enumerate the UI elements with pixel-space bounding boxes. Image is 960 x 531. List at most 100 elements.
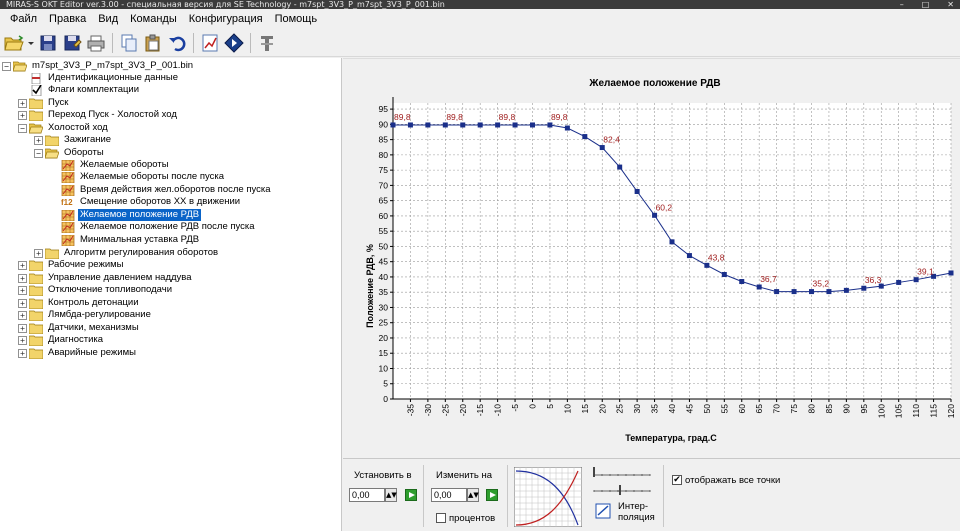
- table-icon: [61, 209, 75, 221]
- expand-icon[interactable]: +: [18, 310, 27, 320]
- tree-item-perehod[interactable]: + Переход Пуск - Холостой ход: [18, 109, 179, 121]
- tree-item-avar[interactable]: + Аварийные режимы: [18, 347, 138, 359]
- chart-icon[interactable]: [199, 32, 221, 54]
- show-points-checkbox[interactable]: ✔: [672, 475, 682, 485]
- title-bar: MIRAS-S OKT Editor ver.3.00 - специальна…: [0, 0, 960, 9]
- tree-item-o7[interactable]: Минимальная уставка РДВ: [50, 234, 201, 246]
- tree-item-ident[interactable]: Идентификационные данные: [18, 72, 180, 84]
- y-tick-label: 65: [379, 196, 389, 206]
- apply-set-button[interactable]: [405, 489, 417, 501]
- data-point: [442, 122, 448, 128]
- tree-item-diag[interactable]: + Диагностика: [18, 334, 105, 346]
- x-tick-label: 100: [876, 404, 886, 418]
- x-tick-label: 55: [719, 404, 729, 414]
- close-button[interactable]: ✕: [947, 0, 954, 9]
- interpolation-icon[interactable]: [595, 503, 611, 519]
- tree-item-o4[interactable]: f12 Смещение оборотов ХХ в движении: [50, 196, 242, 208]
- panel-divider: [507, 465, 508, 527]
- expand-icon[interactable]: +: [18, 298, 27, 308]
- save-icon[interactable]: [37, 32, 59, 54]
- menu-commands[interactable]: Команды: [124, 13, 183, 25]
- x-tick-label: 20: [597, 404, 607, 414]
- tree-item-rab[interactable]: + Рабочие режимы: [18, 259, 125, 271]
- expand-icon[interactable]: +: [18, 273, 27, 283]
- tree-item-obor[interactable]: − Обороты: [34, 147, 106, 159]
- expand-icon[interactable]: +: [18, 285, 27, 295]
- set-value-spinner[interactable]: ▲▼: [385, 488, 397, 502]
- y-tick-label: 90: [379, 119, 389, 129]
- tree-item-zazh[interactable]: + Зажигание: [34, 134, 113, 146]
- percent-checkbox[interactable]: [436, 513, 446, 523]
- x-tick-label: 10: [562, 404, 572, 414]
- collapse-icon[interactable]: −: [2, 61, 11, 71]
- parameter-tree: − m7spt_3V3_P_m7spt_3V3_P_001.bin Иденти…: [0, 58, 342, 531]
- chart-title: Желаемое положение РДВ: [588, 78, 720, 89]
- interpolation-label-line2: поляция: [618, 512, 655, 523]
- diamond-nav-icon[interactable]: [223, 32, 245, 54]
- dropdown-arrow-icon[interactable]: [27, 32, 35, 54]
- tree-item-upr[interactable]: + Управление давлением наддува: [18, 272, 194, 284]
- tree-label: Зажигание: [64, 134, 112, 145]
- expand-icon[interactable]: +: [18, 323, 27, 333]
- collapse-icon[interactable]: −: [34, 148, 43, 158]
- data-point: [599, 145, 605, 151]
- expand-icon[interactable]: +: [18, 335, 27, 345]
- menu-configuration[interactable]: Конфигурация: [183, 13, 269, 25]
- data-label: 39,1: [917, 267, 934, 277]
- tree-item-otkl[interactable]: + Отключение топливоподачи: [18, 284, 174, 296]
- print-icon[interactable]: [85, 32, 107, 54]
- maximize-button[interactable]: □: [922, 0, 930, 9]
- undo-icon[interactable]: [166, 32, 188, 54]
- table-icon: [61, 184, 75, 196]
- tree-item-o5[interactable]: Желаемое положение РДВ: [50, 209, 202, 221]
- tree-item-kontr[interactable]: + Контроль детонации: [18, 297, 141, 309]
- expand-icon[interactable]: +: [18, 98, 27, 108]
- data-label: 89,8: [551, 112, 568, 122]
- x-tick-label: 30: [632, 404, 642, 414]
- expand-icon[interactable]: +: [18, 260, 27, 270]
- tree-item-alg[interactable]: + Алгоритм регулирования оборотов: [34, 247, 220, 259]
- change-value-input[interactable]: 0,00: [431, 488, 467, 502]
- panel-divider: [663, 465, 664, 527]
- x-tick-label: 95: [859, 404, 869, 414]
- tree-item-pusk[interactable]: + Пуск: [18, 97, 70, 109]
- expand-icon[interactable]: +: [18, 348, 27, 358]
- tree-item-o1[interactable]: Желаемые обороты: [50, 159, 171, 171]
- menu-file[interactable]: Файл: [4, 13, 43, 25]
- curve-preview[interactable]: [514, 467, 582, 527]
- tree-root[interactable]: − m7spt_3V3_P_m7spt_3V3_P_001.bin: [2, 60, 195, 72]
- data-point: [564, 125, 570, 131]
- data-label: 82,4: [603, 135, 620, 145]
- tree-item-dat[interactable]: + Датчики, механизмы: [18, 322, 141, 334]
- window-title: MIRAS-S OKT Editor ver.3.00 - специальна…: [6, 0, 445, 9]
- expand-icon[interactable]: +: [18, 110, 27, 120]
- tree-item-hh[interactable]: − Холостой ход: [18, 122, 110, 134]
- tree-item-o6[interactable]: Желаемое положение РДВ после пуска: [50, 221, 257, 233]
- menu-help[interactable]: Помощь: [269, 13, 324, 25]
- toolbar-separator: [193, 32, 194, 53]
- tree-item-lyam[interactable]: + Лямбда-регулирование: [18, 309, 153, 321]
- tools-icon[interactable]: [256, 32, 278, 54]
- minimize-button[interactable]: –: [900, 0, 904, 9]
- show-points-label: отображать все точки: [685, 475, 781, 486]
- paste-icon[interactable]: [142, 32, 164, 54]
- data-label: 36,3: [865, 275, 882, 285]
- interpolation-sliders[interactable]: [590, 467, 654, 499]
- data-point: [617, 164, 623, 170]
- tree-item-flags[interactable]: Флаги комплектации: [18, 84, 141, 96]
- chart[interactable]: Желаемое положение РДВ Положение РДВ, % …: [343, 59, 960, 459]
- set-value-input[interactable]: 0,00: [349, 488, 385, 502]
- save-as-icon[interactable]: [61, 32, 83, 54]
- change-value-spinner[interactable]: ▲▼: [467, 488, 479, 502]
- copy-icon[interactable]: [118, 32, 140, 54]
- menu-edit[interactable]: Правка: [43, 13, 92, 25]
- collapse-icon[interactable]: −: [18, 123, 27, 133]
- apply-change-button[interactable]: [486, 489, 498, 501]
- menu-view[interactable]: Вид: [92, 13, 124, 25]
- tree-item-o2[interactable]: Желаемые обороты после пуска: [50, 171, 226, 183]
- expand-icon[interactable]: +: [34, 248, 43, 258]
- tree-item-o3[interactable]: Время действия жел.оборотов после пуска: [50, 184, 273, 196]
- open-folder-icon[interactable]: [3, 32, 25, 54]
- expand-icon[interactable]: +: [34, 135, 43, 145]
- y-tick-label: 35: [379, 287, 389, 297]
